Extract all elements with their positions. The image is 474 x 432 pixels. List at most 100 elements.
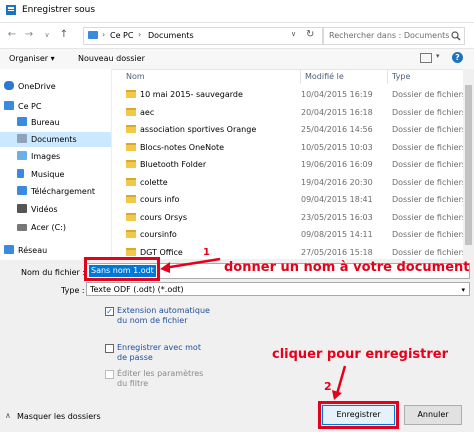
sidebar-item-onedrive[interactable]: OneDrive [4, 79, 56, 94]
column-header-date[interactable]: Modifié le [301, 69, 388, 84]
file-row[interactable]: colette 19/04/2016 20:30 Dossier de fichie… [113, 175, 463, 190]
file-date: 10/04/2015 16:19 [301, 90, 373, 99]
chevron-down-icon[interactable]: ▾ [436, 52, 440, 60]
view-options-icon[interactable] [420, 53, 432, 63]
file-date: 27/05/2016 15:18 [301, 247, 373, 257]
file-row[interactable]: coursinfo 09/08/2015 14:11 Dossier de fich… [113, 227, 463, 242]
sidebar-item-telechargement[interactable]: Téléchargement [17, 184, 95, 199]
password-label: Enregistrer avec mot de passe [117, 343, 201, 362]
sidebar-item-documents[interactable]: Documents [0, 132, 111, 147]
chevron-down-icon[interactable]: ∨ [40, 28, 54, 42]
file-row[interactable]: association sportives Orange 25/04/2016 1… [113, 122, 463, 137]
address-bar[interactable]: › Ce PC › Documents ∨ ↻ [83, 27, 323, 45]
computer-icon [4, 101, 14, 110]
annotation-box-save [318, 401, 399, 429]
file-name: colette [140, 177, 168, 187]
file-name: coursinfo [140, 230, 177, 239]
sidebar-item-label: Téléchargement [31, 187, 96, 196]
sidebar-item-label: Acer (C:) [31, 223, 67, 232]
folder-icon [126, 125, 136, 133]
file-type: Dossier de fichiers [392, 230, 463, 239]
organize-button[interactable]: Organiser ▾ [9, 54, 55, 63]
back-arrow-icon[interactable]: ← [5, 28, 19, 42]
sidebar-item-ce-pc[interactable]: Ce PC [4, 99, 41, 114]
save-options-panel: Nom du fichier : Sans nom 1.odt Type : T… [0, 260, 474, 432]
password-checkbox[interactable] [105, 344, 114, 353]
file-date: 25/04/2016 14:56 [301, 125, 373, 134]
file-name: Blocs-notes OneNote [140, 142, 225, 152]
file-name: cours info [140, 195, 180, 204]
sidebar-item-label: Bureau [31, 118, 60, 127]
app-icon [6, 5, 16, 15]
file-date: 19/06/2016 16:09 [301, 160, 373, 169]
scrollbar-thumb[interactable] [465, 85, 472, 245]
file-date: 10/05/2015 10:03 [301, 142, 373, 152]
column-header-name[interactable]: Nom [113, 69, 301, 84]
refresh-icon[interactable]: ↻ [306, 29, 314, 40]
file-name: association sportives Orange [140, 125, 257, 134]
file-date: 09/08/2015 14:11 [301, 230, 373, 239]
chevron-down-icon: ▾ [461, 286, 465, 294]
sidebar-item-bureau[interactable]: Bureau [17, 115, 60, 130]
sidebar-item-label: Documents [31, 135, 77, 144]
sidebar-item-label: Ce PC [18, 102, 42, 111]
download-icon [17, 186, 27, 195]
drive-icon [17, 224, 27, 231]
breadcrumb-separator-icon: › [138, 30, 142, 39]
network-icon [4, 245, 14, 254]
sidebar-item-reseau[interactable]: Réseau [4, 243, 47, 258]
file-type: Dossier de fichiers [392, 107, 463, 117]
annotation-text-2: cliquer pour enregistrer [272, 347, 449, 362]
annotation-arrow-1 [160, 257, 221, 273]
file-row[interactable]: aec 20/04/2015 16:18 Dossier de fichiers [113, 105, 463, 120]
breadcrumb-item-documents[interactable]: Documents [148, 31, 194, 40]
folder-icon [126, 107, 136, 116]
folder-icon [126, 142, 136, 151]
search-input[interactable]: Rechercher dans : Documents [323, 27, 465, 45]
file-name: aec [140, 107, 155, 117]
up-arrow-icon[interactable]: ↑ [57, 28, 71, 42]
file-name: 10 mai 2015- sauvegarde [140, 90, 243, 99]
file-type-select[interactable]: Texte ODF (.odt) (*.odt) ▾ [86, 282, 470, 296]
folder-icon [126, 195, 136, 203]
search-icon[interactable] [451, 31, 461, 41]
vertical-scrollbar[interactable] [463, 69, 474, 259]
folder-icon [126, 177, 136, 186]
file-name: cours Orsys [140, 212, 188, 222]
cancel-button[interactable]: Annuler [404, 405, 462, 425]
auto-extension-checkbox[interactable]: ✓ [105, 307, 114, 316]
sidebar-item-label: Réseau [18, 246, 48, 255]
folder-icon [126, 160, 136, 168]
hide-folders-link[interactable]: Masquer les dossiers [17, 412, 101, 421]
breadcrumb-item-ce-pc[interactable]: Ce PC [110, 31, 133, 40]
forward-arrow-icon[interactable]: → [22, 28, 36, 42]
videos-icon [17, 204, 27, 213]
annotation-text-1: donner un nom à votre document [224, 260, 470, 275]
folder-icon [126, 90, 136, 98]
new-folder-button[interactable]: Nouveau dossier [78, 54, 145, 63]
file-date: 19/04/2016 20:30 [301, 177, 373, 187]
sidebar-item-images[interactable]: Images [17, 149, 60, 164]
file-row[interactable]: cours Orsys 23/05/2015 16:03 Dossier de fi… [113, 210, 463, 225]
sidebar-item-musique[interactable]: Musique [17, 167, 64, 182]
column-header-type[interactable]: Type [388, 69, 463, 84]
help-icon[interactable]: ? [452, 52, 463, 63]
window-title: Enregistrer sous [22, 5, 96, 15]
file-row[interactable]: cours info 09/04/2015 18:41 Dossier de fic… [113, 192, 463, 207]
file-name: Bluetooth Folder [140, 160, 207, 169]
desktop-icon [17, 117, 27, 126]
file-row[interactable]: 10 mai 2015- sauvegarde 10/04/2015 16:19 D… [113, 87, 463, 102]
file-row[interactable]: Bluetooth Folder 19/06/2016 16:09 Dossier … [113, 157, 463, 172]
navigation-pane: OneDrive Ce PC Bureau Documents Images M… [0, 69, 112, 259]
chevron-up-icon[interactable]: ∧ [5, 411, 11, 420]
toolbar: Organiser ▾ Nouveau dossier ▾ ? [0, 48, 474, 70]
chevron-down-icon[interactable]: ∨ [291, 30, 296, 38]
file-type: Dossier de fichiers [392, 160, 463, 169]
sidebar-item-acer-c[interactable]: Acer (C:) [17, 220, 66, 235]
annotation-box-filename [84, 257, 160, 281]
file-type-value: Texte ODF (.odt) (*.odt) [90, 285, 184, 294]
file-date: 09/04/2015 18:41 [301, 195, 373, 204]
sidebar-item-label: Musique [31, 170, 65, 179]
sidebar-item-videos[interactable]: Vidéos [17, 202, 58, 217]
file-row[interactable]: Blocs-notes OneNote 10/05/2015 10:03 Dossi… [113, 140, 463, 155]
